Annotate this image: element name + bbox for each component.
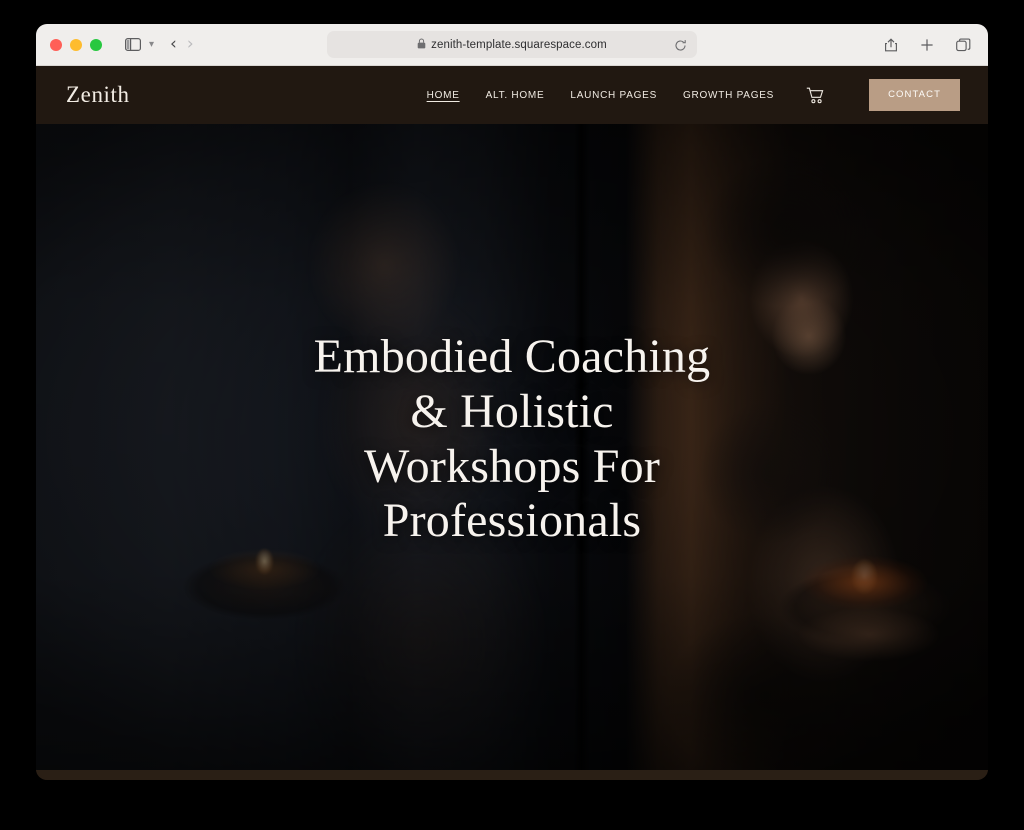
maximize-window-button[interactable] bbox=[90, 38, 102, 51]
browser-window: ▾ ‹ › zenith-template.squarespace.com Ze… bbox=[36, 24, 988, 780]
tabs-icon[interactable] bbox=[950, 33, 976, 57]
chevron-down-icon[interactable]: ▾ bbox=[148, 39, 158, 50]
page-bottom-strip bbox=[36, 770, 988, 780]
web-page: Zenith HOME ALT. HOME LAUNCH PAGES GROWT… bbox=[36, 66, 988, 780]
contact-button[interactable]: CONTACT bbox=[869, 79, 960, 111]
site-header: Zenith HOME ALT. HOME LAUNCH PAGES GROWT… bbox=[36, 66, 988, 124]
nav-item-growth-pages[interactable]: GROWTH PAGES bbox=[683, 90, 774, 101]
toolbar-right-actions bbox=[878, 24, 976, 66]
url-text: zenith-template.squarespace.com bbox=[431, 38, 607, 51]
plus-icon[interactable] bbox=[914, 33, 940, 57]
nav-item-home[interactable]: HOME bbox=[427, 90, 460, 101]
lock-icon bbox=[417, 36, 426, 54]
navigation-arrows: ‹ › bbox=[170, 36, 194, 53]
hero-headline-line-2: & Holistic bbox=[410, 384, 614, 438]
hero-headline: Embodied Coaching & Holistic Workshops F… bbox=[36, 330, 988, 549]
hero-headline-line-3: Workshops For bbox=[363, 439, 661, 493]
reload-icon[interactable] bbox=[671, 36, 689, 54]
back-button[interactable]: ‹ bbox=[170, 36, 177, 53]
share-icon[interactable] bbox=[878, 33, 904, 57]
hero-headline-line-1: Embodied Coaching bbox=[313, 330, 711, 384]
minimize-window-button[interactable] bbox=[70, 38, 82, 51]
nav-item-alt-home[interactable]: ALT. HOME bbox=[486, 90, 545, 101]
window-controls bbox=[50, 38, 102, 51]
forward-button[interactable]: › bbox=[187, 36, 194, 53]
site-logo[interactable]: Zenith bbox=[66, 82, 130, 108]
site-navigation: HOME ALT. HOME LAUNCH PAGES GROWTH PAGES… bbox=[427, 79, 960, 111]
address-bar[interactable]: zenith-template.squarespace.com bbox=[327, 31, 697, 58]
hero-headline-line-4: Professionals bbox=[382, 494, 642, 548]
browser-toolbar: ▾ ‹ › zenith-template.squarespace.com bbox=[36, 24, 988, 66]
shopping-cart-icon[interactable] bbox=[806, 87, 825, 104]
close-window-button[interactable] bbox=[50, 38, 62, 51]
address-bar-content: zenith-template.squarespace.com bbox=[417, 36, 607, 54]
sidebar-controls: ▾ bbox=[120, 33, 158, 57]
nav-item-launch-pages[interactable]: LAUNCH PAGES bbox=[570, 90, 657, 101]
hero-section: Embodied Coaching & Holistic Workshops F… bbox=[36, 124, 988, 770]
sidebar-icon[interactable] bbox=[120, 33, 146, 57]
